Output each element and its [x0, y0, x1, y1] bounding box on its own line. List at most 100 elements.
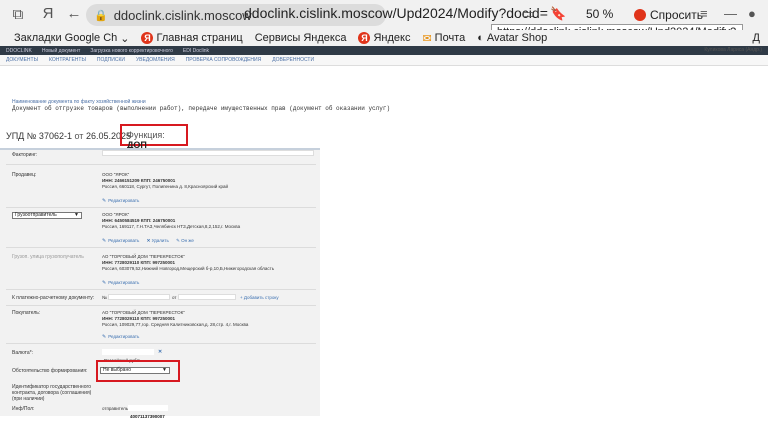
payment-from-prefix: от [172, 295, 177, 300]
zoom-level[interactable]: 50 % [586, 7, 613, 21]
bookmarks-bar: Закладки Google Ch ⌄ Я Главная страниц Се… [0, 30, 768, 46]
shipper-address: Россия, 169117, Г.Н.ТАЗ,Челябинск НТЗ,Де… [102, 224, 241, 229]
bookmark-item[interactable]: Д [753, 32, 760, 44]
buyer-edit-link[interactable]: ✎ Редактировать [102, 334, 139, 340]
shipper-info: ООО "ЯРОК" ИНН: 6450584519 КПП: 24675000… [102, 212, 240, 230]
consignee-info: АО "ТОРГОВЫЙ ДОМ "ПЕРЕКРЕСТОК" ИНН: 7728… [102, 254, 274, 272]
seller-info: ООО "ЯРОК" ИНН: 2466151209 КПП: 24675000… [102, 172, 228, 190]
upd-heading: УПД № 37062-1 от 26.05.2025 [6, 131, 131, 141]
same-label: Он же [181, 238, 194, 243]
bookmark-label: Д [752, 32, 760, 44]
alice-icon [634, 9, 646, 21]
bookmark-item[interactable]: ◐ Avatar Shop [477, 32, 547, 44]
seller-address: Россия, 660118, Сургут, Полипенина д. 8,… [102, 184, 228, 189]
page-title-url: ddoclink.cislink.moscow/Upd2024/Modify?d… [244, 5, 548, 21]
edi-link[interactable]: EDI Doclink [183, 48, 209, 54]
pencil-icon: ✎ [102, 280, 107, 286]
edit-label: Редактировать [108, 280, 140, 285]
bookmark-item[interactable]: Я Яндекс [358, 32, 410, 44]
delete-label: Удалить [151, 238, 169, 243]
user-name[interactable]: Куликова Лариса (Андр.) [704, 47, 762, 53]
add-row-label: Добавить строку [243, 295, 279, 300]
buyer-label: Покупатель: [12, 310, 41, 316]
edit-label: Редактировать [108, 238, 140, 243]
pencil-icon: ✎ [102, 334, 107, 340]
shipper-delete-link[interactable]: ✕ Удалить [147, 238, 169, 243]
add-row-link[interactable]: + Добавить строку [240, 295, 279, 300]
payment-no-prefix: № [102, 295, 107, 300]
seller-label: Продавец: [12, 172, 37, 178]
info-field[interactable]: 40071137390007 [128, 405, 168, 419]
bookmark-folder[interactable]: Закладки Google Ch ⌄ [14, 32, 129, 45]
site-nav: ДОКУМЕНТЫ КОНТРАГЕНТЫ ПОДПИСКИ УВЕДОМЛЕН… [0, 55, 768, 66]
bookmark-item[interactable]: ✉ Почта [422, 32, 465, 45]
shipper-same-link[interactable]: ✎ Он же [176, 238, 194, 243]
ask-label: Спросить [650, 8, 703, 22]
yandex-icon: Я [358, 32, 371, 44]
shipper-select[interactable]: Грузоотправитель ▼ [12, 212, 82, 219]
buyer-address: Россия, 109029,77,гор. Средняя Калитнико… [102, 322, 249, 327]
consignee-edit-link[interactable]: ✎ Редактировать [102, 280, 139, 286]
shipper-select-value: Грузоотправитель [15, 212, 57, 218]
chevron-down-icon: ▼ [74, 212, 79, 218]
shipper-edit-link[interactable]: ✎ Редактировать [102, 238, 140, 244]
minimize-icon[interactable]: — [724, 6, 737, 21]
shipper-actions: ✎ Редактировать ✕ Удалить ✎ Он же [102, 238, 194, 244]
nav-notifications[interactable]: УВЕДОМЛЕНИЯ [136, 57, 175, 63]
extensions-icon[interactable]: ▭ [522, 6, 534, 22]
nav-subscriptions[interactable]: ПОДПИСКИ [97, 57, 125, 63]
menu-icon[interactable]: ≡ [700, 6, 708, 21]
clear-currency-icon[interactable]: ✕ [158, 349, 162, 355]
pencil-icon: ✎ [102, 238, 107, 244]
bookmark-label: Почта [434, 32, 466, 44]
divider [6, 289, 316, 290]
avatar[interactable]: ● [748, 6, 756, 21]
bookmark-label: Сервисы Яндекса [254, 32, 347, 44]
upd-number: УПД № 37062-1 [6, 131, 72, 141]
nav-check[interactable]: ПРОВЕРКА СОПРОВОЖДЕНИЯ [186, 57, 262, 63]
divider [6, 305, 316, 306]
nav-documents[interactable]: ДОКУМЕНТЫ [6, 57, 38, 63]
factoring-label: Факторинг: [12, 152, 38, 158]
close-icon: ✕ [146, 238, 151, 243]
chevron-down-icon: ▼ [162, 367, 167, 373]
payment-number-input[interactable] [108, 294, 170, 300]
edit-label: Редактировать [108, 334, 140, 339]
nav-powers[interactable]: ДОВЕРЕННОСТИ [272, 57, 314, 63]
obligation-select[interactable]: Не выбрано ▼ [100, 367, 170, 374]
ask-button[interactable]: Спросить [628, 4, 709, 26]
chevron-down-icon: ⌄ [120, 32, 130, 45]
edit-label: Редактировать [108, 198, 140, 203]
date-prefix: от [74, 131, 84, 141]
bookmark-item[interactable]: Сервисы Яндекса [255, 32, 347, 44]
nav-contractors[interactable]: КОНТРАГЕНТЫ [49, 57, 86, 63]
currency-field[interactable]: Российский рубль [102, 349, 154, 363]
factoring-field[interactable] [102, 150, 314, 156]
divider [6, 343, 316, 344]
site-topbar: DDOCLINK Новый документ Загрузка нового … [0, 46, 768, 55]
tabs-icon[interactable]: ⧉ [6, 6, 30, 23]
payment-doc-label: К платежно-расчетному документу: [12, 295, 95, 301]
url-domain: ddoclink.cislink.moscow [113, 7, 252, 23]
consignee-label: Грузоп. улица грузополучатель [12, 254, 84, 260]
payment-date-input[interactable] [178, 294, 236, 300]
function-box: Функция: ДОП [120, 124, 188, 150]
upload-corrective-link[interactable]: Загрузка нового корректировочного [90, 48, 173, 54]
avatar-shop-icon: ◐ [477, 32, 484, 44]
new-document-link[interactable]: Новый документ [42, 48, 80, 54]
buyer-info: АО "ТОРГОВЫЙ ДОМ "ПЕРЕКРЕСТОК" ИНН: 7728… [102, 310, 248, 328]
bookmark-item[interactable]: Я Главная страниц [141, 32, 243, 44]
yandex-icon: Я [141, 32, 154, 44]
info-prefix: отправитель [102, 406, 129, 411]
site-logo[interactable]: DDOCLINK [6, 48, 32, 54]
back-icon[interactable]: ← [62, 5, 86, 22]
obligation-label: Обстоятельство формирования: [12, 368, 88, 374]
pencil-icon: ✎ [176, 238, 180, 243]
seller-edit-link[interactable]: ✎ Редактировать [102, 198, 139, 204]
obligation-select-value: Не выбрано [103, 367, 131, 373]
yandex-icon[interactable]: Я [36, 5, 60, 22]
doc-name-value: Документ об отгрузке товаров (выполнении… [12, 105, 391, 112]
bookmark-icon[interactable]: 🔖 [550, 6, 566, 22]
gov-contract-label: Идентификатор государственного контракта… [12, 384, 92, 402]
info-label: Инф/Пол: [12, 406, 35, 412]
